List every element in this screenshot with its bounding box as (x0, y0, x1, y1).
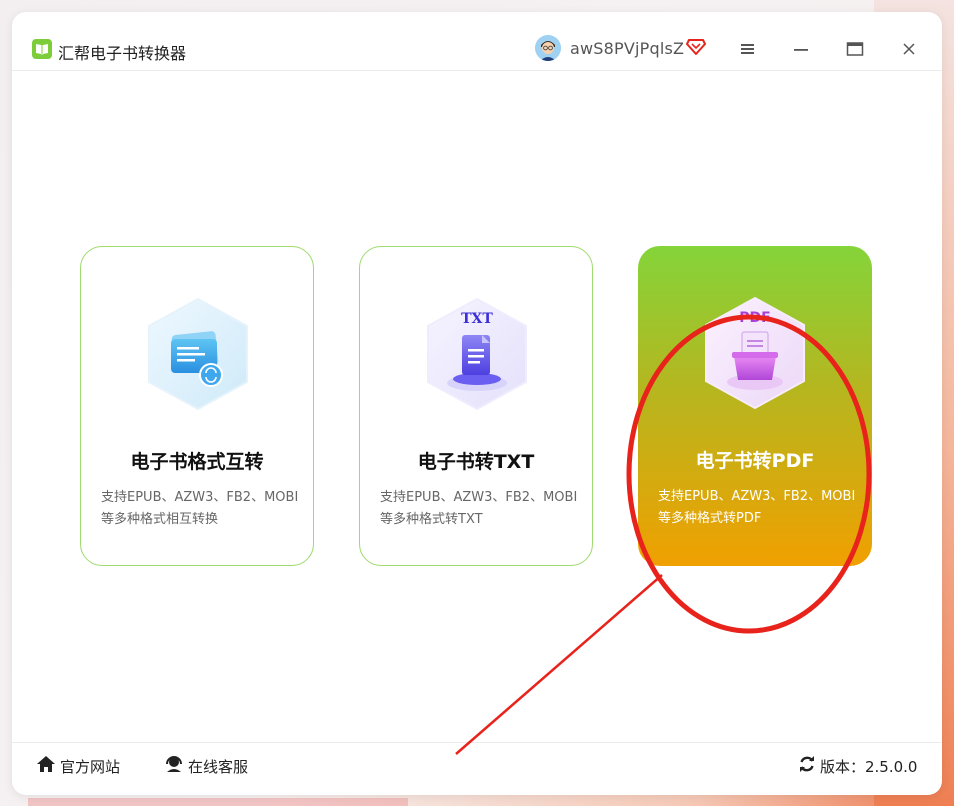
card-title: 电子书格式互转 (130, 451, 264, 473)
footer-bar: 官方网站 在线客服 版本：2.5.0.0 (12, 742, 942, 795)
card-desc-line: 等多种格式相互转换 (101, 512, 219, 527)
card-description: 支持EPUB、AZW3、FB2、MOBI 等多种格式转PDF (658, 486, 863, 530)
online-support-link[interactable]: 在线客服 (164, 755, 248, 777)
pdf-icon-label: PDF (739, 310, 770, 326)
card-description: 支持EPUB、AZW3、FB2、MOBI 等多种格式转TXT (380, 487, 585, 531)
card-ebook-to-pdf[interactable]: PDF 电子书转PDF 支持EPUB、AZW3、FB2、MOBI 等多种格式转P… (638, 246, 872, 566)
main-content: 电子书格式互转 支持EPUB、AZW3、FB2、MOBI 等多种格式相互转换 T… (12, 71, 942, 741)
txt-icon-label: TXT (461, 311, 493, 327)
card-title: 电子书转PDF (695, 450, 815, 472)
ebook-convert-icon (139, 295, 257, 417)
app-title: 汇帮电子书转换器 (58, 44, 187, 63)
user-avatar[interactable] (535, 35, 561, 61)
card-description: 支持EPUB、AZW3、FB2、MOBI 等多种格式相互转换 (101, 487, 306, 531)
card-desc-line: 支持EPUB、AZW3、FB2、MOBI (101, 490, 299, 505)
vip-diamond-icon[interactable] (686, 38, 706, 60)
version-label: 版本：2.5.0.0 (820, 757, 918, 776)
app-logo-icon (32, 39, 52, 59)
headset-icon (164, 755, 184, 777)
card-desc-line: 等多种格式转PDF (658, 511, 762, 526)
pdf-icon: PDF (696, 294, 814, 416)
close-icon[interactable] (898, 38, 920, 60)
menu-icon[interactable] (737, 38, 759, 60)
card-desc-line: 支持EPUB、AZW3、FB2、MOBI (658, 489, 856, 504)
background-decoration-bottom (28, 798, 408, 806)
minimize-icon[interactable] (790, 38, 812, 60)
card-desc-line: 等多种格式转TXT (380, 512, 483, 527)
txt-icon: TXT (418, 295, 536, 417)
title-bar: 汇帮电子书转换器 awS8PVjPqlsZ (12, 12, 942, 71)
app-window: 汇帮电子书转换器 awS8PVjPqlsZ 电子书格式互转 支持EPUB、AZW… (12, 12, 942, 795)
maximize-icon[interactable] (844, 38, 866, 60)
official-website-link[interactable]: 官方网站 (36, 755, 120, 777)
official-website-label: 官方网站 (60, 757, 121, 776)
version-info[interactable]: 版本：2.5.0.0 (798, 755, 917, 777)
card-ebook-format-convert[interactable]: 电子书格式互转 支持EPUB、AZW3、FB2、MOBI 等多种格式相互转换 (80, 246, 314, 566)
card-desc-line: 支持EPUB、AZW3、FB2、MOBI (380, 490, 578, 505)
card-title: 电子书转TXT (417, 451, 535, 473)
refresh-icon (798, 755, 816, 777)
username[interactable]: awS8PVjPqlsZ (570, 39, 684, 58)
online-support-label: 在线客服 (188, 757, 249, 776)
card-ebook-to-txt[interactable]: TXT 电子书转TXT 支持EPUB、AZW3、FB2、MOBI 等多种格式转T… (359, 246, 593, 566)
home-icon (36, 755, 56, 777)
